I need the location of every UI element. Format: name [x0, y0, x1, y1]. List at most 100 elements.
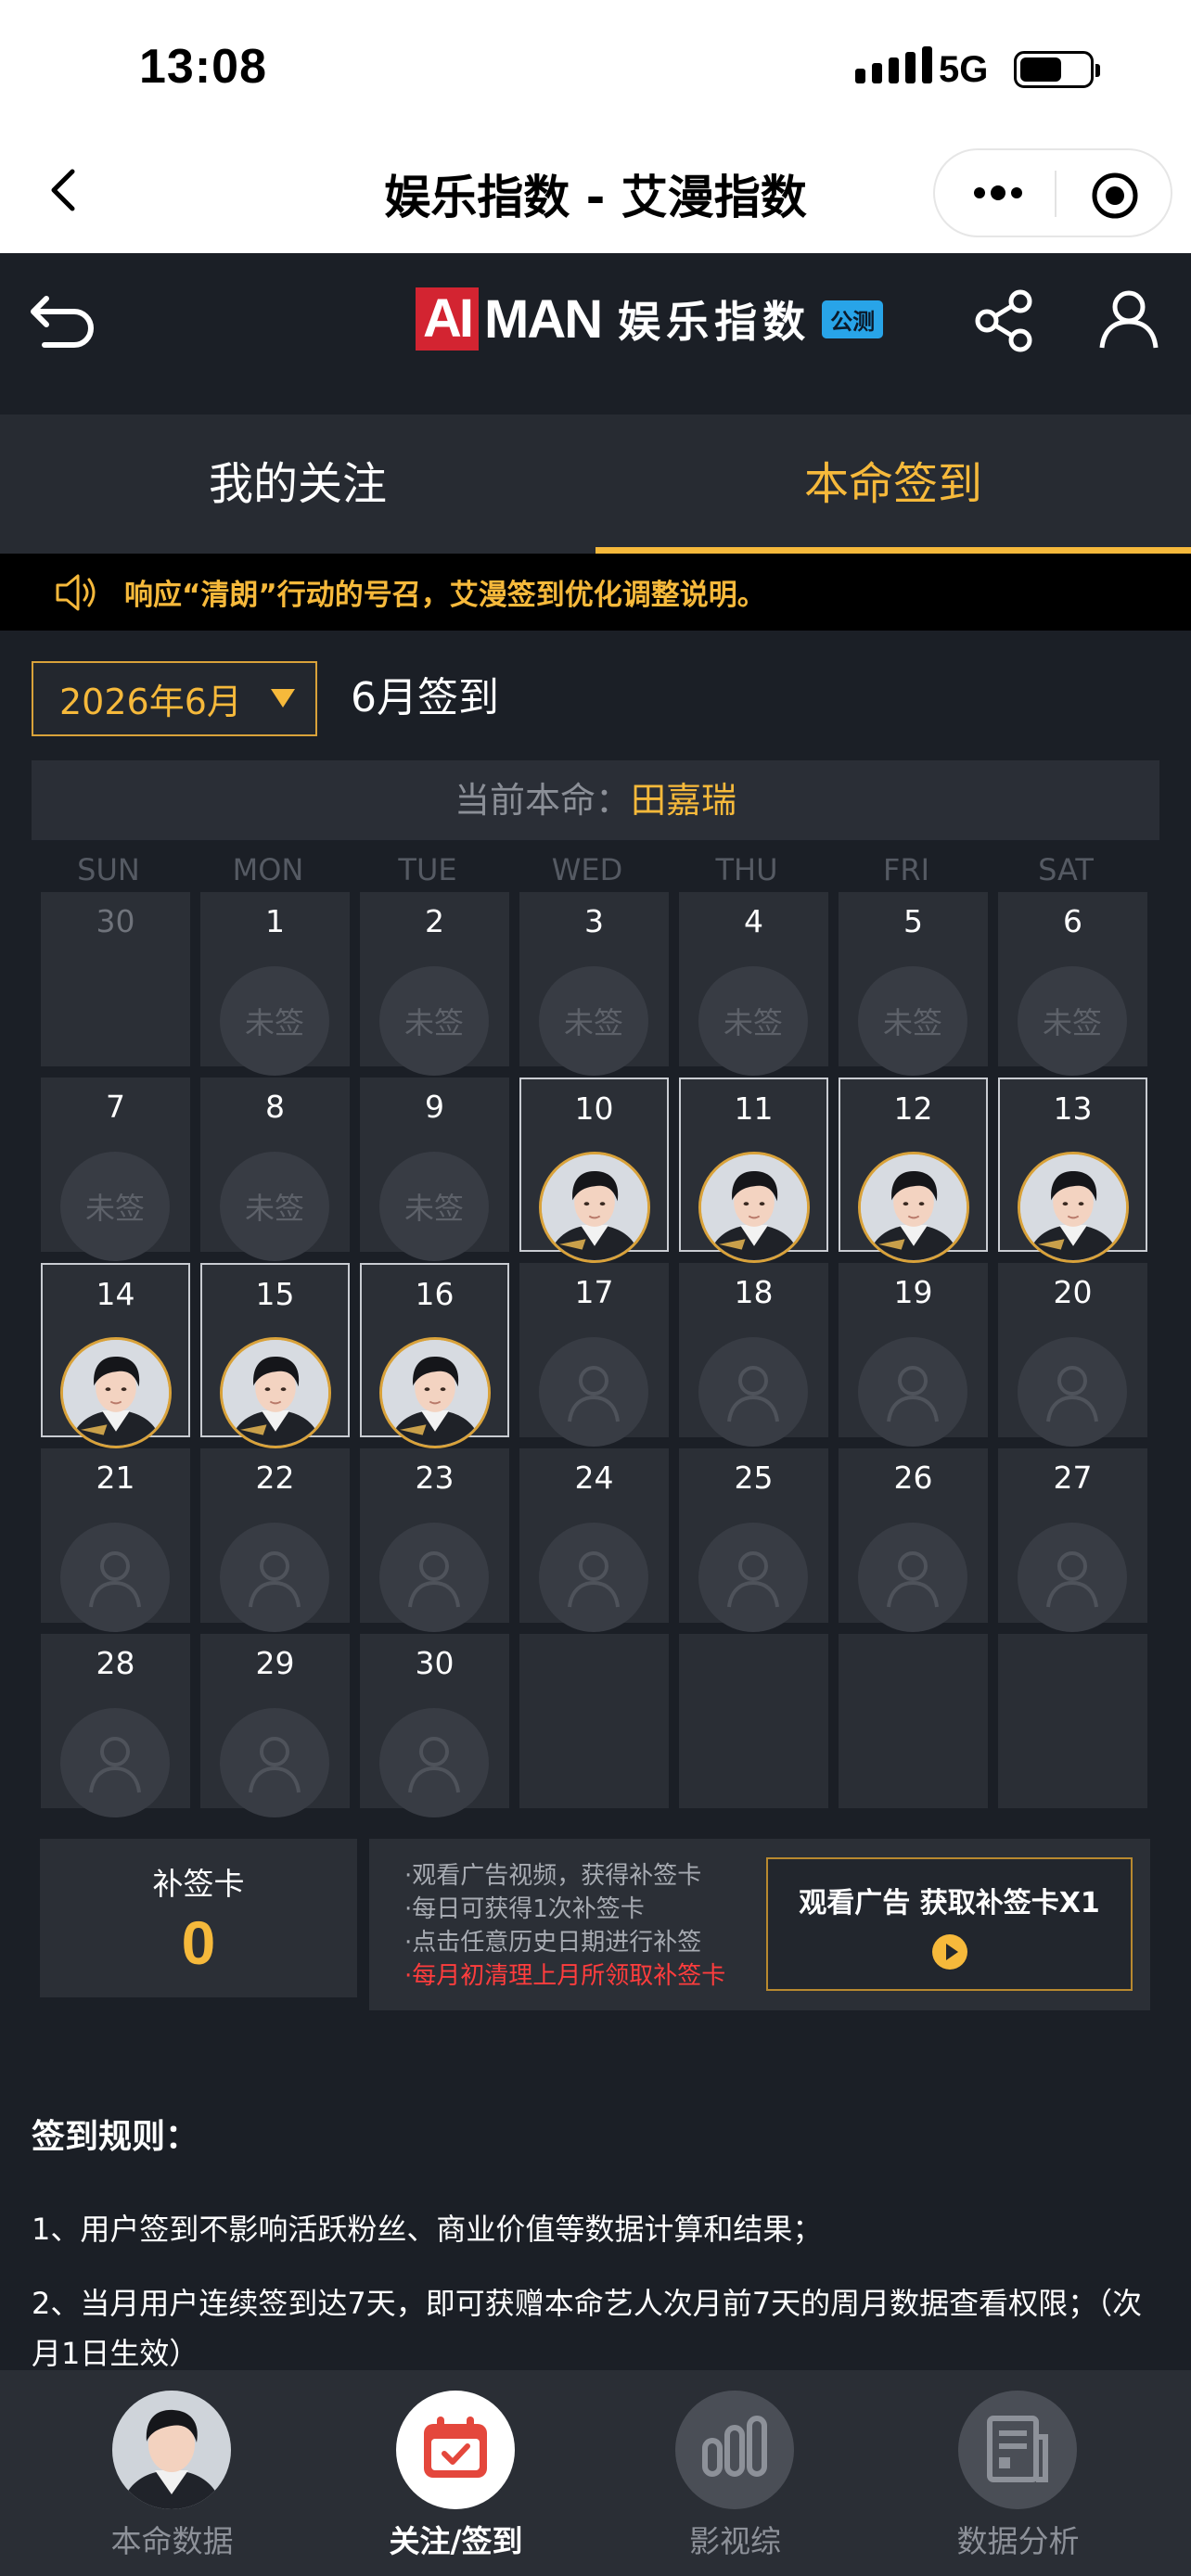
- day-number: 26: [893, 1460, 933, 1496]
- return-icon[interactable]: [26, 286, 100, 351]
- day-number: 14: [96, 1276, 135, 1312]
- signal-icon: [855, 46, 932, 83]
- calendar-day[interactable]: 13: [998, 1078, 1147, 1263]
- person-placeholder-icon: [539, 1337, 648, 1447]
- calendar-day[interactable]: 3 未签: [519, 892, 669, 1076]
- unsigned-badge: 未签: [858, 966, 967, 1076]
- calendar-day[interactable]: 22: [200, 1448, 350, 1632]
- status-bar: 13:08 5G: [0, 0, 1191, 134]
- calendar-day[interactable]: 10: [519, 1078, 669, 1263]
- idol-avatar-icon: [220, 1337, 331, 1448]
- calendar-day[interactable]: 17: [519, 1263, 669, 1447]
- unsigned-badge: 未签: [379, 966, 489, 1076]
- tab-my-follow[interactable]: 我的关注: [0, 414, 596, 554]
- day-number: 30: [96, 903, 135, 939]
- day-number: 1: [265, 903, 285, 939]
- rules-title: 签到规则：: [32, 2118, 199, 2156]
- calendar-day[interactable]: 2 未签: [360, 892, 509, 1076]
- calendar-day[interactable]: 25: [679, 1448, 828, 1632]
- weekday-header: SUN MON TUE WED THU FRI SAT: [32, 852, 1159, 893]
- day-number: 27: [1053, 1460, 1093, 1496]
- capsule-divider: [1055, 171, 1057, 217]
- calendar-day[interactable]: 15: [200, 1263, 350, 1448]
- month-select[interactable]: 2026年6月: [32, 661, 317, 736]
- day-number: 11: [734, 1090, 774, 1127]
- calendar-day[interactable]: 14: [41, 1263, 190, 1448]
- unsigned-badge: 未签: [220, 1152, 329, 1261]
- unsigned-badge: 未签: [220, 966, 329, 1076]
- calendar-day[interactable]: 7 未签: [41, 1078, 190, 1261]
- unsigned-badge: 未签: [60, 1152, 170, 1261]
- calendar-day[interactable]: 8 未签: [200, 1078, 350, 1261]
- calendar-day[interactable]: 19: [839, 1263, 988, 1447]
- tab-label: 本命数据: [110, 2523, 234, 2559]
- logo-ai: AI: [416, 287, 479, 351]
- user-profile-icon[interactable]: [1096, 287, 1161, 351]
- calendar-day[interactable]: 26: [839, 1448, 988, 1632]
- calendar-day[interactable]: 28: [41, 1634, 190, 1817]
- day-number: 20: [1053, 1274, 1093, 1310]
- day-number: 5: [903, 903, 923, 939]
- day-number: 3: [584, 903, 604, 939]
- calendar-day[interactable]: 12: [839, 1078, 988, 1263]
- status-time: 13:08: [139, 40, 267, 94]
- idol-avatar-icon: [858, 1152, 969, 1263]
- share-icon[interactable]: [972, 288, 1037, 353]
- day-number: 10: [574, 1090, 614, 1127]
- tab-label: 数据分析: [956, 2523, 1080, 2559]
- watch-ad-label: 观看广告 获取补签卡X1: [799, 1887, 1100, 1919]
- calendar-day[interactable]: 20: [998, 1263, 1147, 1447]
- unsigned-badge: 未签: [1018, 966, 1127, 1076]
- calendar-day[interactable]: 5 未签: [839, 892, 988, 1076]
- calendar-day[interactable]: 4 未签: [679, 892, 828, 1076]
- day-number: 30: [415, 1645, 455, 1681]
- calendar-empty-cell: [519, 1634, 669, 1808]
- calendar-day[interactable]: 11: [679, 1078, 828, 1263]
- day-number: 28: [96, 1645, 135, 1681]
- person-placeholder-icon: [60, 1523, 170, 1632]
- network-type: 5G: [939, 49, 989, 90]
- logo-man: MAN: [484, 288, 603, 350]
- calendar-day[interactable]: 6 未签: [998, 892, 1147, 1076]
- calendar-day[interactable]: 30: [360, 1634, 509, 1817]
- calendar-day[interactable]: 27: [998, 1448, 1147, 1632]
- calendar-day[interactable]: 24: [519, 1448, 669, 1632]
- calendar-day[interactable]: 18: [679, 1263, 828, 1447]
- mini-program-capsule: [933, 148, 1172, 237]
- unsigned-badge: 未签: [698, 966, 808, 1076]
- calendar-empty-cell: [679, 1634, 828, 1808]
- day-number: 22: [255, 1460, 295, 1496]
- tab-bar: 我的关注 本命签到: [0, 414, 1191, 554]
- calendar-day[interactable]: 16: [360, 1263, 509, 1448]
- calendar-empty-cell: [998, 1634, 1147, 1808]
- makeup-info-warning: ·每月初清理上月所领取补签卡: [404, 1962, 726, 1990]
- calendar-day[interactable]: 30: [41, 892, 190, 1066]
- calendar-day[interactable]: 1 未签: [200, 892, 350, 1076]
- close-miniprogram-icon[interactable]: [1090, 171, 1140, 221]
- notice-banner[interactable]: 响应“清朗”行动的号召，艾漫签到优化调整说明。: [0, 554, 1191, 631]
- day-number: 9: [425, 1089, 444, 1125]
- current-idol-bar: 当前本命：田嘉瑞: [32, 760, 1159, 840]
- dropdown-caret-icon: [271, 689, 295, 708]
- more-icon[interactable]: [970, 179, 1026, 207]
- makeup-info-line: ·点击任意历史日期进行补签: [404, 1929, 702, 1957]
- tab-checkin[interactable]: 本命签到: [596, 414, 1191, 554]
- weekday-label: THU: [715, 852, 778, 887]
- day-number: 4: [744, 903, 763, 939]
- person-placeholder-icon: [379, 1708, 489, 1817]
- calendar-check-icon: [396, 2391, 515, 2509]
- idol-avatar-icon: [60, 1337, 172, 1448]
- day-number: 21: [96, 1460, 135, 1496]
- person-placeholder-icon: [698, 1523, 808, 1632]
- calendar-day[interactable]: 23: [360, 1448, 509, 1632]
- rule-item: 2、当月用户连续签到达7天，即可获赠本命艺人次月前7天的周月数据查看权限；（次月…: [32, 2286, 1143, 2371]
- day-number: 17: [574, 1274, 614, 1310]
- calendar-title: 6月签到: [351, 674, 499, 721]
- makeup-info-line: ·每日可获得1次补签卡: [404, 1895, 645, 1923]
- calendar-day[interactable]: 9 未签: [360, 1078, 509, 1261]
- idol-avatar-icon: [539, 1152, 650, 1263]
- calendar-day[interactable]: 21: [41, 1448, 190, 1632]
- weekday-label: TUE: [398, 852, 457, 887]
- watch-ad-button[interactable]: 观看广告 获取补签卡X1: [766, 1857, 1133, 1991]
- calendar-day[interactable]: 29: [200, 1634, 350, 1817]
